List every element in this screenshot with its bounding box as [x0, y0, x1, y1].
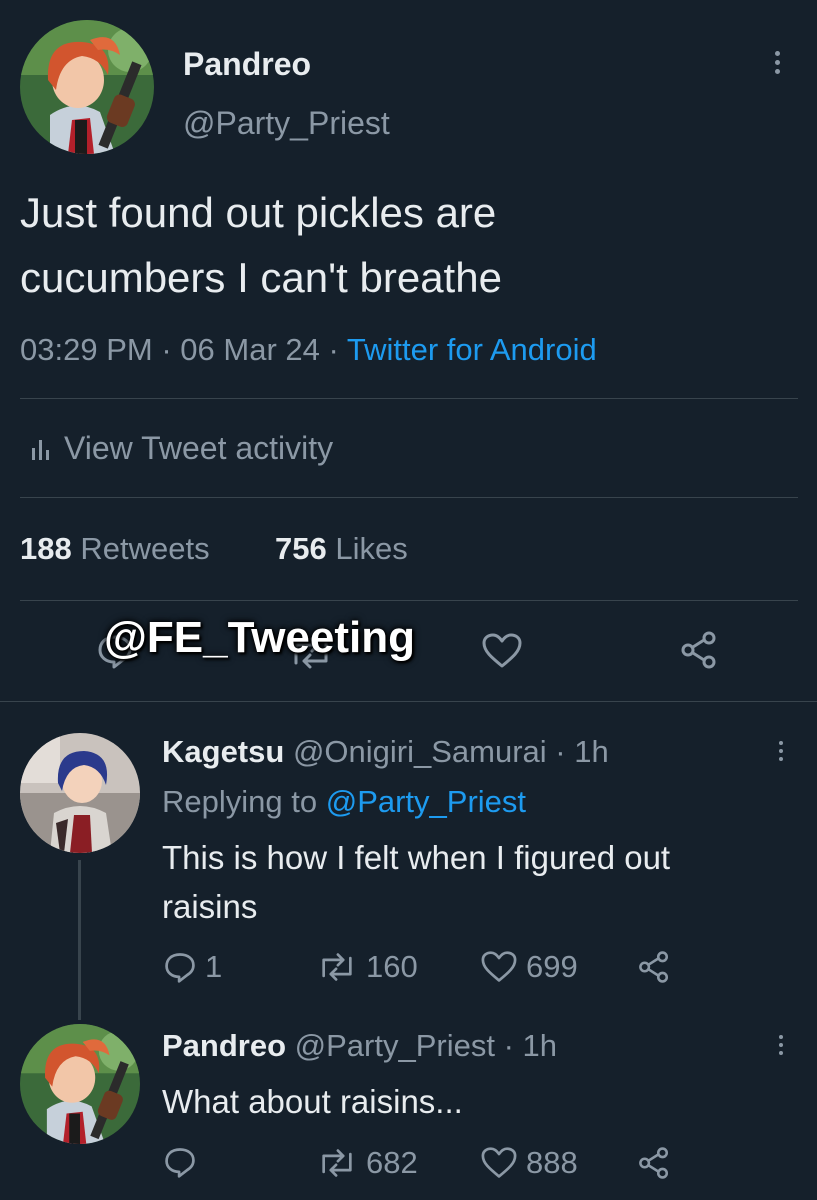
- divider: [20, 497, 798, 498]
- like-count: 699: [526, 949, 578, 984]
- replying-to-link[interactable]: @Party_Priest: [326, 784, 526, 819]
- more-vertical-icon[interactable]: [779, 1035, 783, 1055]
- meta-separator: ·: [328, 332, 339, 367]
- retweet-button[interactable]: 160: [316, 949, 418, 985]
- meta-separator: ·: [161, 332, 172, 367]
- author-display-name[interactable]: Pandreo: [183, 46, 311, 83]
- more-vertical-icon[interactable]: [779, 741, 783, 761]
- reply-icon: [165, 1148, 195, 1178]
- likes-count: 756: [275, 531, 327, 566]
- reply-header: Pandreo @Party_Priest · 1h: [162, 1028, 557, 1064]
- reply-text-line1: What about raisins...: [162, 1083, 463, 1120]
- share-icon[interactable]: [679, 630, 719, 670]
- reply-handle[interactable]: @Party_Priest: [295, 1028, 495, 1063]
- retweet-count: 682: [366, 1145, 418, 1180]
- replying-to-prefix: Replying to: [162, 784, 318, 819]
- like-count: 888: [526, 1145, 578, 1180]
- thread-line: [78, 860, 81, 1020]
- author-handle[interactable]: @Party_Priest: [183, 105, 390, 142]
- likes-label: Likes: [335, 531, 408, 566]
- like-button[interactable]: 888: [480, 1145, 578, 1181]
- like-icon[interactable]: [481, 632, 523, 670]
- retweet-icon: [322, 953, 352, 981]
- replying-to: Replying to @Party_Priest: [162, 784, 526, 820]
- likes-stat[interactable]: 756 Likes: [275, 531, 408, 567]
- retweet-icon: [322, 1149, 352, 1177]
- reply-time: · 1h: [503, 1028, 558, 1063]
- reply-display-name[interactable]: Pandreo: [162, 1028, 286, 1063]
- reply-display-name[interactable]: Kagetsu: [162, 734, 284, 769]
- reply-header: Kagetsu @Onigiri_Samurai · 1h: [162, 734, 609, 770]
- watermark-text: @FE_Tweeting: [104, 613, 416, 662]
- reply-button[interactable]: 1: [163, 949, 222, 985]
- reply-time: · 1h: [555, 734, 609, 769]
- share-icon[interactable]: [637, 1146, 671, 1180]
- reply-text-line1: This is how I felt when I figured out: [162, 839, 671, 876]
- divider: [20, 398, 798, 399]
- reply-count: 1: [205, 949, 223, 984]
- tweet-source-link[interactable]: Twitter for Android: [347, 332, 597, 367]
- reply-icon: [165, 953, 195, 983]
- avatar-kagetsu[interactable]: [20, 733, 140, 853]
- tweet-text-line1: Just found out pickles are: [20, 189, 497, 236]
- tweet-text-line2: cucumbers I can't breathe: [20, 254, 502, 301]
- divider: [20, 600, 798, 601]
- avatar-pandreo[interactable]: [20, 20, 154, 154]
- more-vertical-icon[interactable]: [775, 51, 780, 74]
- reply-handle[interactable]: @Onigiri_Samurai: [293, 734, 547, 769]
- reply-button[interactable]: [163, 1145, 205, 1179]
- view-tweet-activity-button[interactable]: View Tweet activity: [30, 430, 333, 467]
- avatar-pandreo[interactable]: [20, 1024, 140, 1144]
- retweets-count: 188: [20, 531, 72, 566]
- view-tweet-activity-label: View Tweet activity: [64, 430, 334, 466]
- bar-chart-icon: [32, 439, 49, 460]
- retweets-label: Retweets: [80, 531, 210, 566]
- share-icon[interactable]: [637, 950, 671, 984]
- tweet-meta: 03:29 PM · 06 Mar 24 · Twitter for Andro…: [20, 332, 597, 368]
- tweet-time: 03:29 PM: [20, 332, 153, 367]
- like-button[interactable]: 699: [480, 949, 578, 985]
- retweets-stat[interactable]: 188 Retweets: [20, 531, 210, 567]
- tweet-date: 06 Mar 24: [180, 332, 320, 367]
- like-icon: [481, 1147, 517, 1178]
- divider: [0, 701, 817, 702]
- reply-text-line2: raisins: [162, 888, 258, 925]
- retweet-count: 160: [366, 949, 418, 984]
- like-icon: [481, 951, 517, 982]
- retweet-button[interactable]: 682: [316, 1145, 418, 1181]
